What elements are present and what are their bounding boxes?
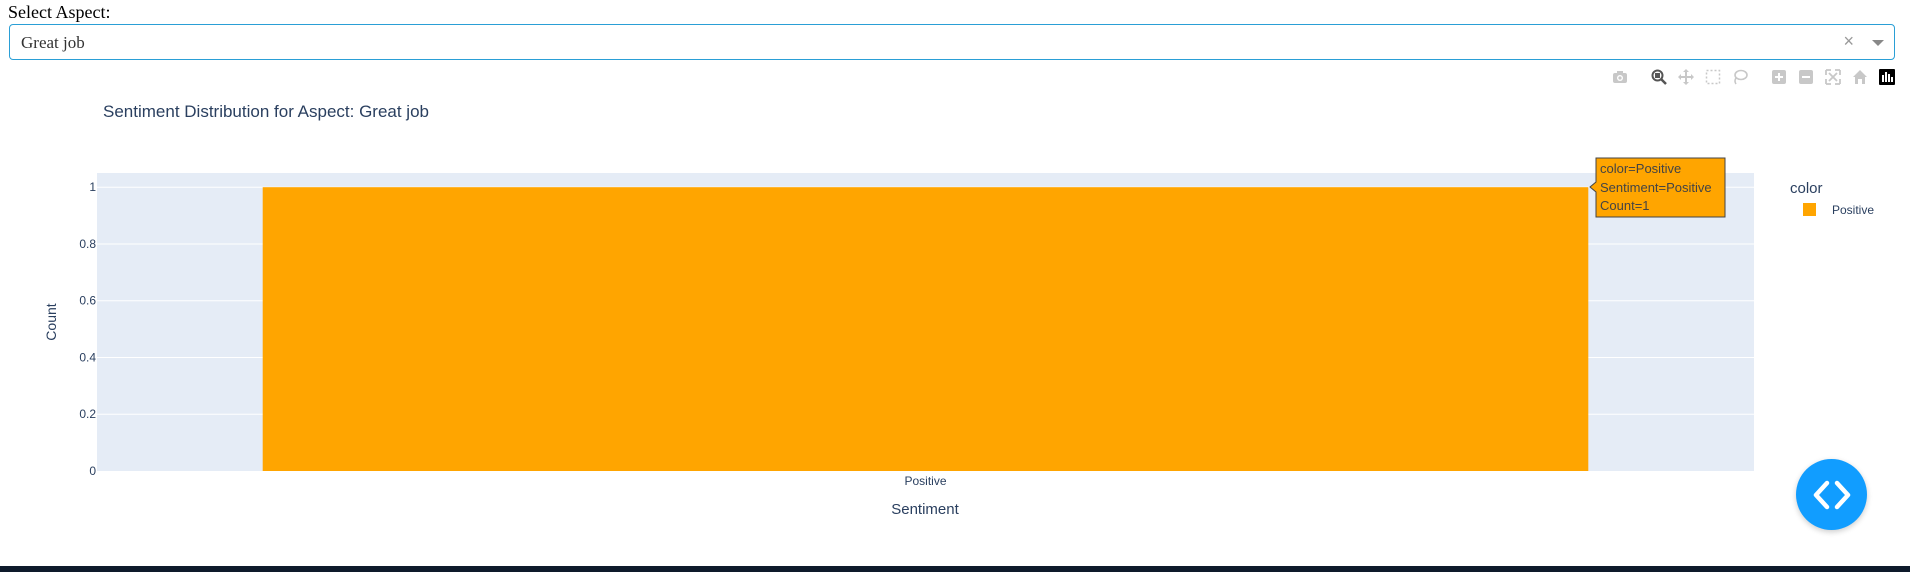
y-tick-label: 0.4 (79, 350, 96, 364)
y-tick-label: 0.8 (79, 237, 96, 251)
tooltip-line-sentiment: Sentiment=Positive (1600, 180, 1712, 195)
legend: color Positive (1790, 180, 1874, 217)
bar-positive[interactable] (262, 187, 1589, 471)
legend-label: Positive (1832, 203, 1874, 217)
bottom-bar (0, 566, 1910, 572)
legend-item-positive[interactable]: Positive (1803, 203, 1874, 217)
x-tick-label: Positive (904, 474, 946, 488)
hover-tooltip: color=Positive Sentiment=Positive Count=… (1589, 157, 1726, 218)
y-tick-label: 0.2 (79, 407, 96, 421)
code-toggle-button[interactable] (1796, 459, 1867, 530)
y-tick-label: 1 (89, 180, 96, 194)
y-tick-label: 0 (89, 464, 96, 478)
tooltip-line-count: Count=1 (1600, 198, 1650, 213)
legend-title: color (1790, 180, 1823, 197)
y-axis-title: Count (43, 303, 59, 340)
chart: Sentiment Distribution for Aspect: Great… (43, 102, 1874, 518)
y-tick-label: 0.6 (79, 294, 96, 308)
tooltip-line-color: color=Positive (1600, 161, 1681, 176)
code-icon (1813, 480, 1850, 509)
x-axis-title: Sentiment (891, 501, 959, 518)
legend-swatch (1803, 203, 1816, 216)
chart-title: Sentiment Distribution for Aspect: Great… (103, 102, 429, 121)
